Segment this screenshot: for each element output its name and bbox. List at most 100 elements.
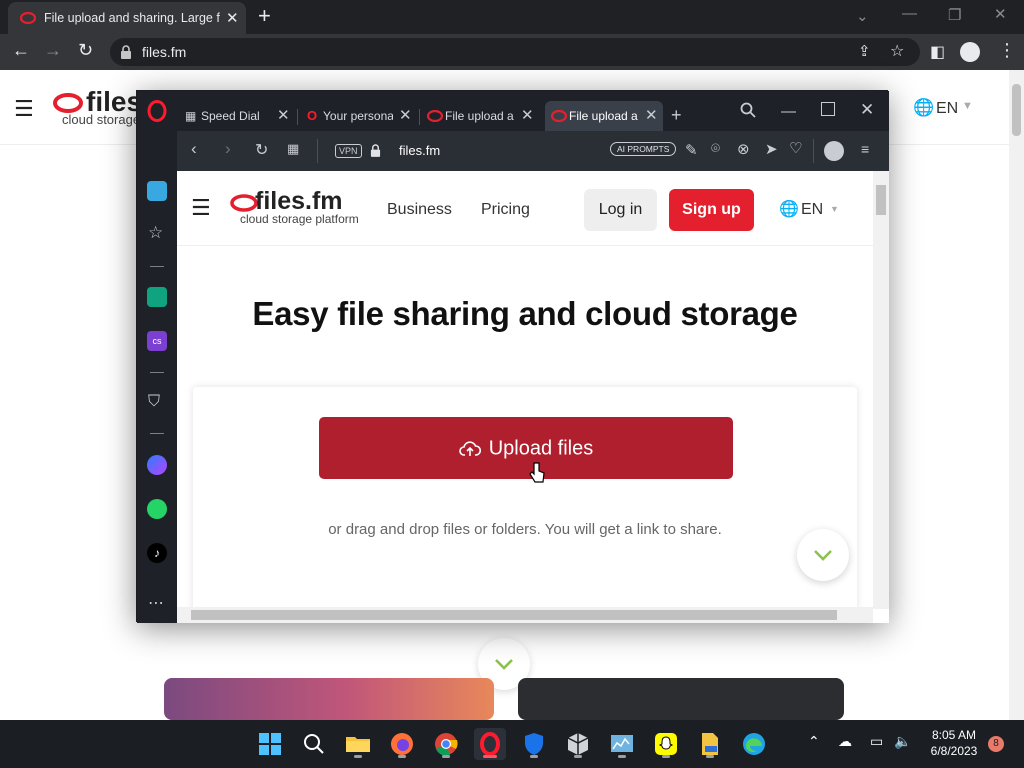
language-selector[interactable]: EN [801, 201, 823, 219]
opera-profile-icon[interactable] [824, 141, 844, 161]
tray-volume-icon[interactable]: 🔈 [894, 733, 911, 750]
opera-edit-icon[interactable]: ✎ [685, 141, 698, 159]
opera-url[interactable]: files.fm [399, 143, 440, 158]
close-tab-icon[interactable]: ✕ [226, 9, 239, 27]
notification-badge[interactable]: 8 [988, 736, 1004, 752]
opera-send-icon[interactable]: ➤ [765, 140, 778, 158]
sidebar-more-icon[interactable]: ⋯ [148, 593, 164, 613]
taskbar-chrome[interactable] [430, 728, 462, 760]
opera-minimize-button[interactable]: — [781, 103, 796, 120]
taskbar-document-app[interactable] [694, 728, 726, 760]
minimize-button[interactable]: — [902, 5, 917, 22]
taskbar-file-explorer[interactable] [342, 728, 374, 760]
tray-network-icon[interactable]: ▭ [870, 733, 883, 750]
close-window-button[interactable]: ✕ [994, 5, 1007, 23]
opera-tab-snapshot-icon[interactable]: ▦ [287, 141, 299, 157]
bg-scrollbar-thumb[interactable] [1012, 84, 1021, 136]
nav-pricing-link[interactable]: Pricing [481, 201, 530, 219]
running-indicator [706, 755, 714, 758]
taskbar-snapchat[interactable] [650, 728, 682, 760]
opera-tab-your-personal[interactable]: O Your persona ✕ [299, 101, 415, 131]
opera-heart-icon[interactable]: ♡ [789, 139, 802, 157]
bg-language[interactable]: EN [936, 100, 958, 118]
opera-maximize-button[interactable] [821, 102, 835, 116]
sidebar-chatsonic-icon[interactable]: cs [147, 331, 167, 351]
opera-logo-icon[interactable] [147, 100, 167, 122]
bg-feature-card-image [164, 678, 494, 720]
opera-adblock-icon[interactable]: ⊗ [737, 140, 750, 158]
opera-camera-icon[interactable]: ⌾ [711, 140, 720, 157]
opera-easy-setup-icon[interactable]: ≡ [861, 141, 869, 157]
signup-button[interactable]: Sign up [669, 189, 754, 231]
opera-tab-file-upload-1[interactable]: File upload a ✕ [421, 101, 537, 131]
sidebar-whatsapp-icon[interactable] [147, 499, 167, 519]
opera-tab-label: File upload a [569, 109, 638, 123]
tray-onedrive-icon[interactable]: ☁ [838, 733, 852, 750]
opera-tab-speed-dial[interactable]: ▦ Speed Dial ✕ [177, 101, 293, 131]
taskbar-resource-monitor[interactable] [606, 728, 638, 760]
sidebar-bookmarks-icon[interactable]: ☆ [148, 223, 163, 243]
cloud-upload-icon [458, 441, 481, 456]
edge-icon [743, 733, 765, 755]
close-tab-icon[interactable]: ✕ [399, 106, 412, 124]
nav-business-link[interactable]: Business [387, 201, 452, 219]
speed-dial-icon: ▦ [185, 109, 197, 123]
taskbar-defender[interactable] [518, 728, 550, 760]
tab-search-icon[interactable]: ⌄ [856, 7, 869, 25]
hamburger-menu-icon[interactable]: ☰ [191, 195, 211, 221]
sidebar-shopping-icon[interactable]: ⛉ [148, 393, 160, 411]
bg-logo-icon [53, 93, 83, 113]
close-tab-icon[interactable]: ✕ [277, 106, 290, 124]
chrome-active-tab[interactable]: File upload and sharing. Large fil ✕ [8, 2, 246, 34]
vpn-badge[interactable]: VPN [335, 144, 362, 158]
bookmark-star-icon[interactable]: ☆ [890, 41, 904, 61]
opera-search-tabs-icon[interactable] [740, 102, 756, 118]
close-tab-icon[interactable]: ✕ [521, 106, 534, 124]
taskbar-firefox[interactable] [386, 728, 418, 760]
sidebar-home-icon[interactable] [147, 181, 167, 201]
taskbar-app-cube[interactable] [562, 728, 594, 760]
sidebar-tiktok-icon[interactable]: ♪ [147, 543, 167, 563]
opera-tab-file-upload-active[interactable]: File upload a ✕ [545, 101, 663, 131]
reload-icon[interactable]: ↻ [78, 40, 93, 61]
profile-avatar-icon[interactable] [960, 42, 980, 62]
taskbar-search-button[interactable] [298, 728, 330, 760]
bg-scrollbar[interactable] [1009, 70, 1024, 720]
side-panel-icon[interactable]: ◧ [930, 42, 945, 62]
bg-hamburger-icon[interactable]: ☰ [14, 96, 34, 122]
ai-prompts-button[interactable]: AI PROMPTS [610, 142, 677, 156]
login-button[interactable]: Log in [584, 189, 657, 231]
back-arrow-icon[interactable]: ← [12, 40, 30, 61]
sidebar-divider [150, 372, 164, 373]
opera-vertical-scrollbar[interactable] [873, 171, 889, 609]
sidebar-chatgpt-icon[interactable] [147, 287, 167, 307]
share-icon[interactable]: ⇪ [858, 42, 871, 60]
bg-globe-icon[interactable]: 🌐 [913, 98, 934, 118]
chrome-menu-icon[interactable]: ⋮ [998, 40, 1016, 61]
close-tab-icon[interactable]: ✕ [645, 106, 658, 124]
taskbar-edge[interactable] [738, 728, 770, 760]
sidebar-messenger-icon[interactable] [147, 455, 167, 475]
opera-o-icon: O [307, 108, 318, 123]
opera-new-tab-button[interactable]: + [671, 105, 682, 126]
opera-forward-icon[interactable]: › [225, 139, 231, 159]
tray-chevron-up-icon[interactable]: ⌃ [808, 733, 820, 750]
vertical-scroll-thumb[interactable] [876, 185, 886, 215]
opera-horizontal-scrollbar[interactable] [177, 607, 873, 623]
opera-reload-icon[interactable]: ↻ [255, 140, 268, 160]
running-indicator [618, 755, 626, 758]
opera-close-button[interactable]: ✕ [860, 100, 874, 120]
forward-arrow-icon[interactable]: → [44, 40, 62, 61]
horizontal-scroll-thumb[interactable] [191, 610, 837, 620]
address-bar[interactable]: files.fm ⇪ ☆ [110, 38, 920, 66]
upload-files-button[interactable]: Upload files [319, 417, 733, 479]
new-tab-button[interactable]: + [258, 3, 271, 29]
opera-address-bar: ‹ › ↻ ▦ VPN files.fm AI PROMPTS ✎ ⌾ ⊗ ➤ … [177, 131, 889, 171]
start-button[interactable] [254, 728, 286, 760]
scroll-down-button[interactable] [797, 529, 849, 581]
taskbar-opera[interactable] [474, 728, 506, 760]
restore-button[interactable]: ❐ [948, 6, 961, 24]
opera-back-icon[interactable]: ‹ [191, 139, 197, 159]
taskbar-clock[interactable]: 8:05 AM 6/8/2023 [918, 727, 990, 759]
globe-icon[interactable]: 🌐 [779, 199, 799, 219]
